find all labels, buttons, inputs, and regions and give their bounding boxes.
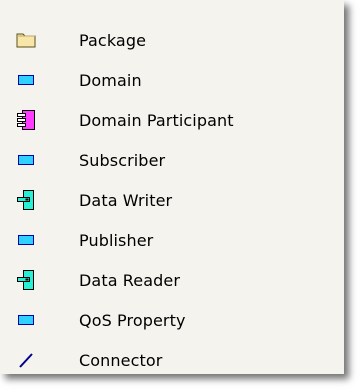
toolbox-item-domain[interactable]: Domain: [0, 60, 344, 100]
toolbox-item-publisher[interactable]: Publisher: [0, 220, 344, 260]
folder-icon: [16, 30, 36, 50]
toolbox-item-label: Data Writer: [79, 190, 173, 210]
toolbox-item-label: Publisher: [79, 230, 154, 250]
toolbox-item-data-reader[interactable]: Data Reader: [0, 260, 344, 300]
component-icon: [16, 190, 36, 210]
component-icon: [16, 270, 36, 290]
rectangle-icon: [16, 70, 36, 90]
toolbox-item-package[interactable]: Package: [0, 20, 344, 60]
toolbox-item-connector[interactable]: Connector: [0, 340, 344, 380]
toolbox-item-label: Domain Participant: [79, 110, 234, 130]
toolbox-item-label: QoS Property: [79, 310, 186, 330]
page: Package Domain Domain Participant Subscr…: [0, 0, 360, 390]
toolbox-item-qos-property[interactable]: QoS Property: [0, 300, 344, 340]
connector-line-icon: [16, 350, 36, 370]
toolbox-item-subscriber[interactable]: Subscriber: [0, 140, 344, 180]
toolbox-item-label: Package: [79, 30, 147, 50]
rectangle-icon: [16, 150, 36, 170]
toolbox-item-label: Subscriber: [79, 150, 166, 170]
toolbox-panel: Package Domain Domain Participant Subscr…: [0, 0, 344, 374]
toolbox-item-label: Data Reader: [79, 270, 181, 290]
rectangle-icon: [16, 230, 36, 250]
toolbox-item-label: Domain: [79, 70, 142, 90]
toolbox-item-label: Connector: [79, 350, 163, 370]
toolbox-list: Package Domain Domain Participant Subscr…: [0, 20, 344, 380]
toolbox-item-data-writer[interactable]: Data Writer: [0, 180, 344, 220]
rectangle-icon: [16, 310, 36, 330]
participant-icon: [16, 110, 36, 130]
toolbox-item-domain-participant[interactable]: Domain Participant: [0, 100, 344, 140]
